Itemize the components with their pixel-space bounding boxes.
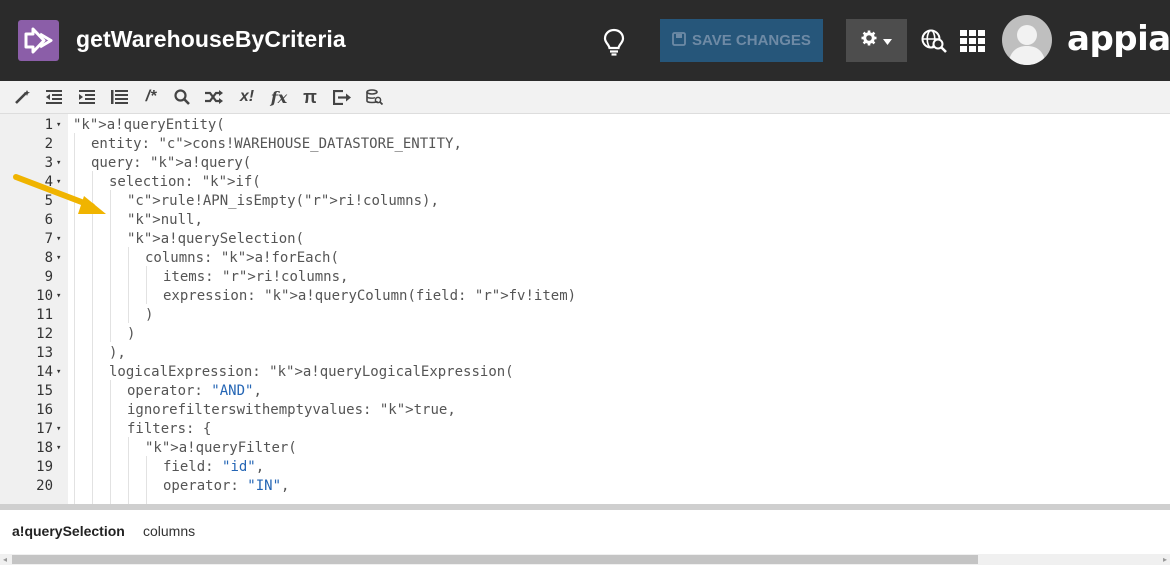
- code-text: ),: [109, 345, 126, 361]
- format-expression-icon[interactable]: [109, 87, 129, 107]
- test-rule-button[interactable]: x!: [236, 87, 258, 107]
- code-line[interactable]: 2 entity: "c">cons!WAREHOUSE_DATASTORE_EN…: [0, 135, 1170, 154]
- code-line[interactable]: 10 ▾ expression: "k">a!queryColumn(field: …: [0, 287, 1170, 306]
- code-line[interactable]: 9 items: "r">ri!columns,: [0, 268, 1170, 287]
- code-text: query: "k">a!query(: [91, 155, 252, 171]
- line-number: 13: [36, 345, 53, 361]
- code-line[interactable]: 14 ▾ logicalExpression: "k">a!queryLogical…: [0, 363, 1170, 382]
- fold-toggle-icon[interactable]: ▾: [56, 439, 61, 458]
- code-text: "c">rule!APN_isEmpty("r">ri!columns),: [127, 193, 439, 209]
- line-number: 11: [36, 307, 53, 323]
- line-number: 8: [44, 250, 53, 266]
- code-line[interactable]: 8 ▾ columns: "k">a!forEach(: [0, 249, 1170, 268]
- settings-menu-button[interactable]: [846, 19, 907, 62]
- shuffle-icon[interactable]: [204, 87, 224, 107]
- function-hint-bar: a!querySelection columns: [0, 510, 1170, 554]
- line-number: 17: [36, 421, 53, 437]
- line-number: 1: [44, 117, 53, 133]
- code-line[interactable]: 1 ▾ "k">a!queryEntity(: [0, 116, 1170, 135]
- code-text: filters: {: [127, 421, 212, 437]
- code-text: operator: "AND",: [127, 383, 262, 399]
- fold-toggle-icon[interactable]: ▾: [56, 287, 61, 306]
- code-line[interactable]: 17 ▾ filters: {: [0, 420, 1170, 439]
- code-text: "k">a!querySelection(: [127, 231, 305, 247]
- floppy-disk-icon: [672, 31, 686, 50]
- database-search-icon[interactable]: [364, 87, 384, 107]
- code-text: expression: "k">a!queryColumn(field: "r"…: [163, 288, 577, 304]
- code-text: ignorefilterswithemptyvalues: "k">true,: [127, 402, 456, 418]
- save-changes-button[interactable]: SAVE CHANGES: [660, 19, 823, 62]
- code-text: selection: "k">if(: [109, 174, 261, 190]
- code-line[interactable]: 18 ▾ "k">a!queryFilter(: [0, 439, 1170, 458]
- code-line[interactable]: 3 ▾ query: "k">a!query(: [0, 154, 1170, 173]
- fold-toggle-icon[interactable]: ▾: [56, 363, 61, 382]
- line-number: 12: [36, 326, 53, 342]
- app-grid-icon[interactable]: [960, 30, 985, 57]
- code-line[interactable]: 7 ▾ "k">a!querySelection(: [0, 230, 1170, 249]
- scroll-right-icon[interactable]: ▸: [1163, 555, 1167, 564]
- save-changes-label: SAVE CHANGES: [692, 32, 811, 49]
- code-line[interactable]: 13),: [0, 344, 1170, 363]
- code-line[interactable]: 16 ignorefilterswithemptyvalues: "k">true…: [0, 401, 1170, 420]
- hint-function-name: a!querySelection: [12, 523, 125, 539]
- code-text: columns: "k">a!forEach(: [145, 250, 339, 266]
- page-title: getWarehouseByCriteria: [76, 26, 346, 52]
- lightbulb-icon[interactable]: [603, 28, 625, 61]
- line-number: 18: [36, 440, 53, 456]
- line-number: 19: [36, 459, 53, 475]
- comment-button[interactable]: /*: [140, 87, 162, 107]
- code-text: "k">a!queryEntity(: [73, 117, 225, 133]
- line-number: 7: [44, 231, 53, 247]
- top-bar: getWarehouseByCriteria SAVE CHANGES appi…: [0, 0, 1170, 81]
- code-text: operator: "IN",: [163, 478, 290, 494]
- code-line[interactable]: 4 ▾ selection: "k">if(: [0, 173, 1170, 192]
- expression-editor[interactable]: 1 ▾ "k">a!queryEntity(2 entity: "c">cons!WA…: [0, 114, 1170, 504]
- outdent-icon[interactable]: [44, 87, 64, 107]
- code-text: "k">a!queryFilter(: [145, 440, 297, 456]
- search-icon[interactable]: [172, 87, 192, 107]
- line-number: 20: [36, 478, 53, 494]
- indent-icon[interactable]: [77, 87, 97, 107]
- gear-icon: [861, 30, 877, 51]
- hint-argument-name: columns: [143, 523, 196, 539]
- fold-toggle-icon[interactable]: ▾: [56, 420, 61, 439]
- code-text: "k">null,: [127, 212, 203, 228]
- user-avatar[interactable]: [1002, 15, 1052, 65]
- code-text: items: "r">ri!columns,: [163, 269, 349, 285]
- annotation-arrow: [12, 170, 112, 225]
- appian-logo: appian: [1067, 19, 1170, 59]
- line-number: 16: [36, 402, 53, 418]
- horizontal-scrollbar[interactable]: ◂ ▸: [0, 554, 1170, 565]
- fold-toggle-icon[interactable]: ▾: [56, 230, 61, 249]
- code-line[interactable]: 12): [0, 325, 1170, 344]
- constant-button[interactable]: π: [300, 87, 320, 107]
- line-number: 9: [44, 269, 53, 285]
- code-line[interactable]: 11): [0, 306, 1170, 325]
- caret-down-icon: [883, 32, 892, 50]
- code-text: ): [145, 307, 154, 323]
- code-text: ): [127, 326, 136, 342]
- fold-toggle-icon[interactable]: ▾: [56, 116, 61, 135]
- expression-rule-icon: [18, 20, 59, 61]
- globe-search-icon[interactable]: [921, 29, 948, 59]
- line-number: 15: [36, 383, 53, 399]
- code-line[interactable]: 6 "k">null,: [0, 211, 1170, 230]
- code-text: field: "id",: [163, 459, 265, 475]
- code-line[interactable]: 20 operator: "IN",: [0, 477, 1170, 496]
- scroll-left-icon[interactable]: ◂: [3, 555, 7, 564]
- code-line[interactable]: 15 operator: "AND",: [0, 382, 1170, 401]
- code-line[interactable]: 5 "c">rule!APN_isEmpty("r">ri!columns),: [0, 192, 1170, 211]
- line-number: 14: [36, 364, 53, 380]
- code-text: logicalExpression: "k">a!queryLogicalExp…: [109, 364, 514, 380]
- scrollbar-thumb[interactable]: [12, 555, 978, 564]
- fold-toggle-icon[interactable]: ▾: [56, 249, 61, 268]
- code-text: entity: "c">cons!WAREHOUSE_DATASTORE_ENT…: [91, 136, 462, 152]
- line-number: 10: [36, 288, 53, 304]
- code-line[interactable]: 19 field: "id",: [0, 458, 1170, 477]
- line-number: 2: [44, 136, 53, 152]
- magic-wand-icon[interactable]: [13, 87, 33, 107]
- editor-toolbar: /* x! fx π: [0, 81, 1170, 114]
- function-button[interactable]: fx: [268, 87, 290, 107]
- export-icon[interactable]: [332, 87, 352, 107]
